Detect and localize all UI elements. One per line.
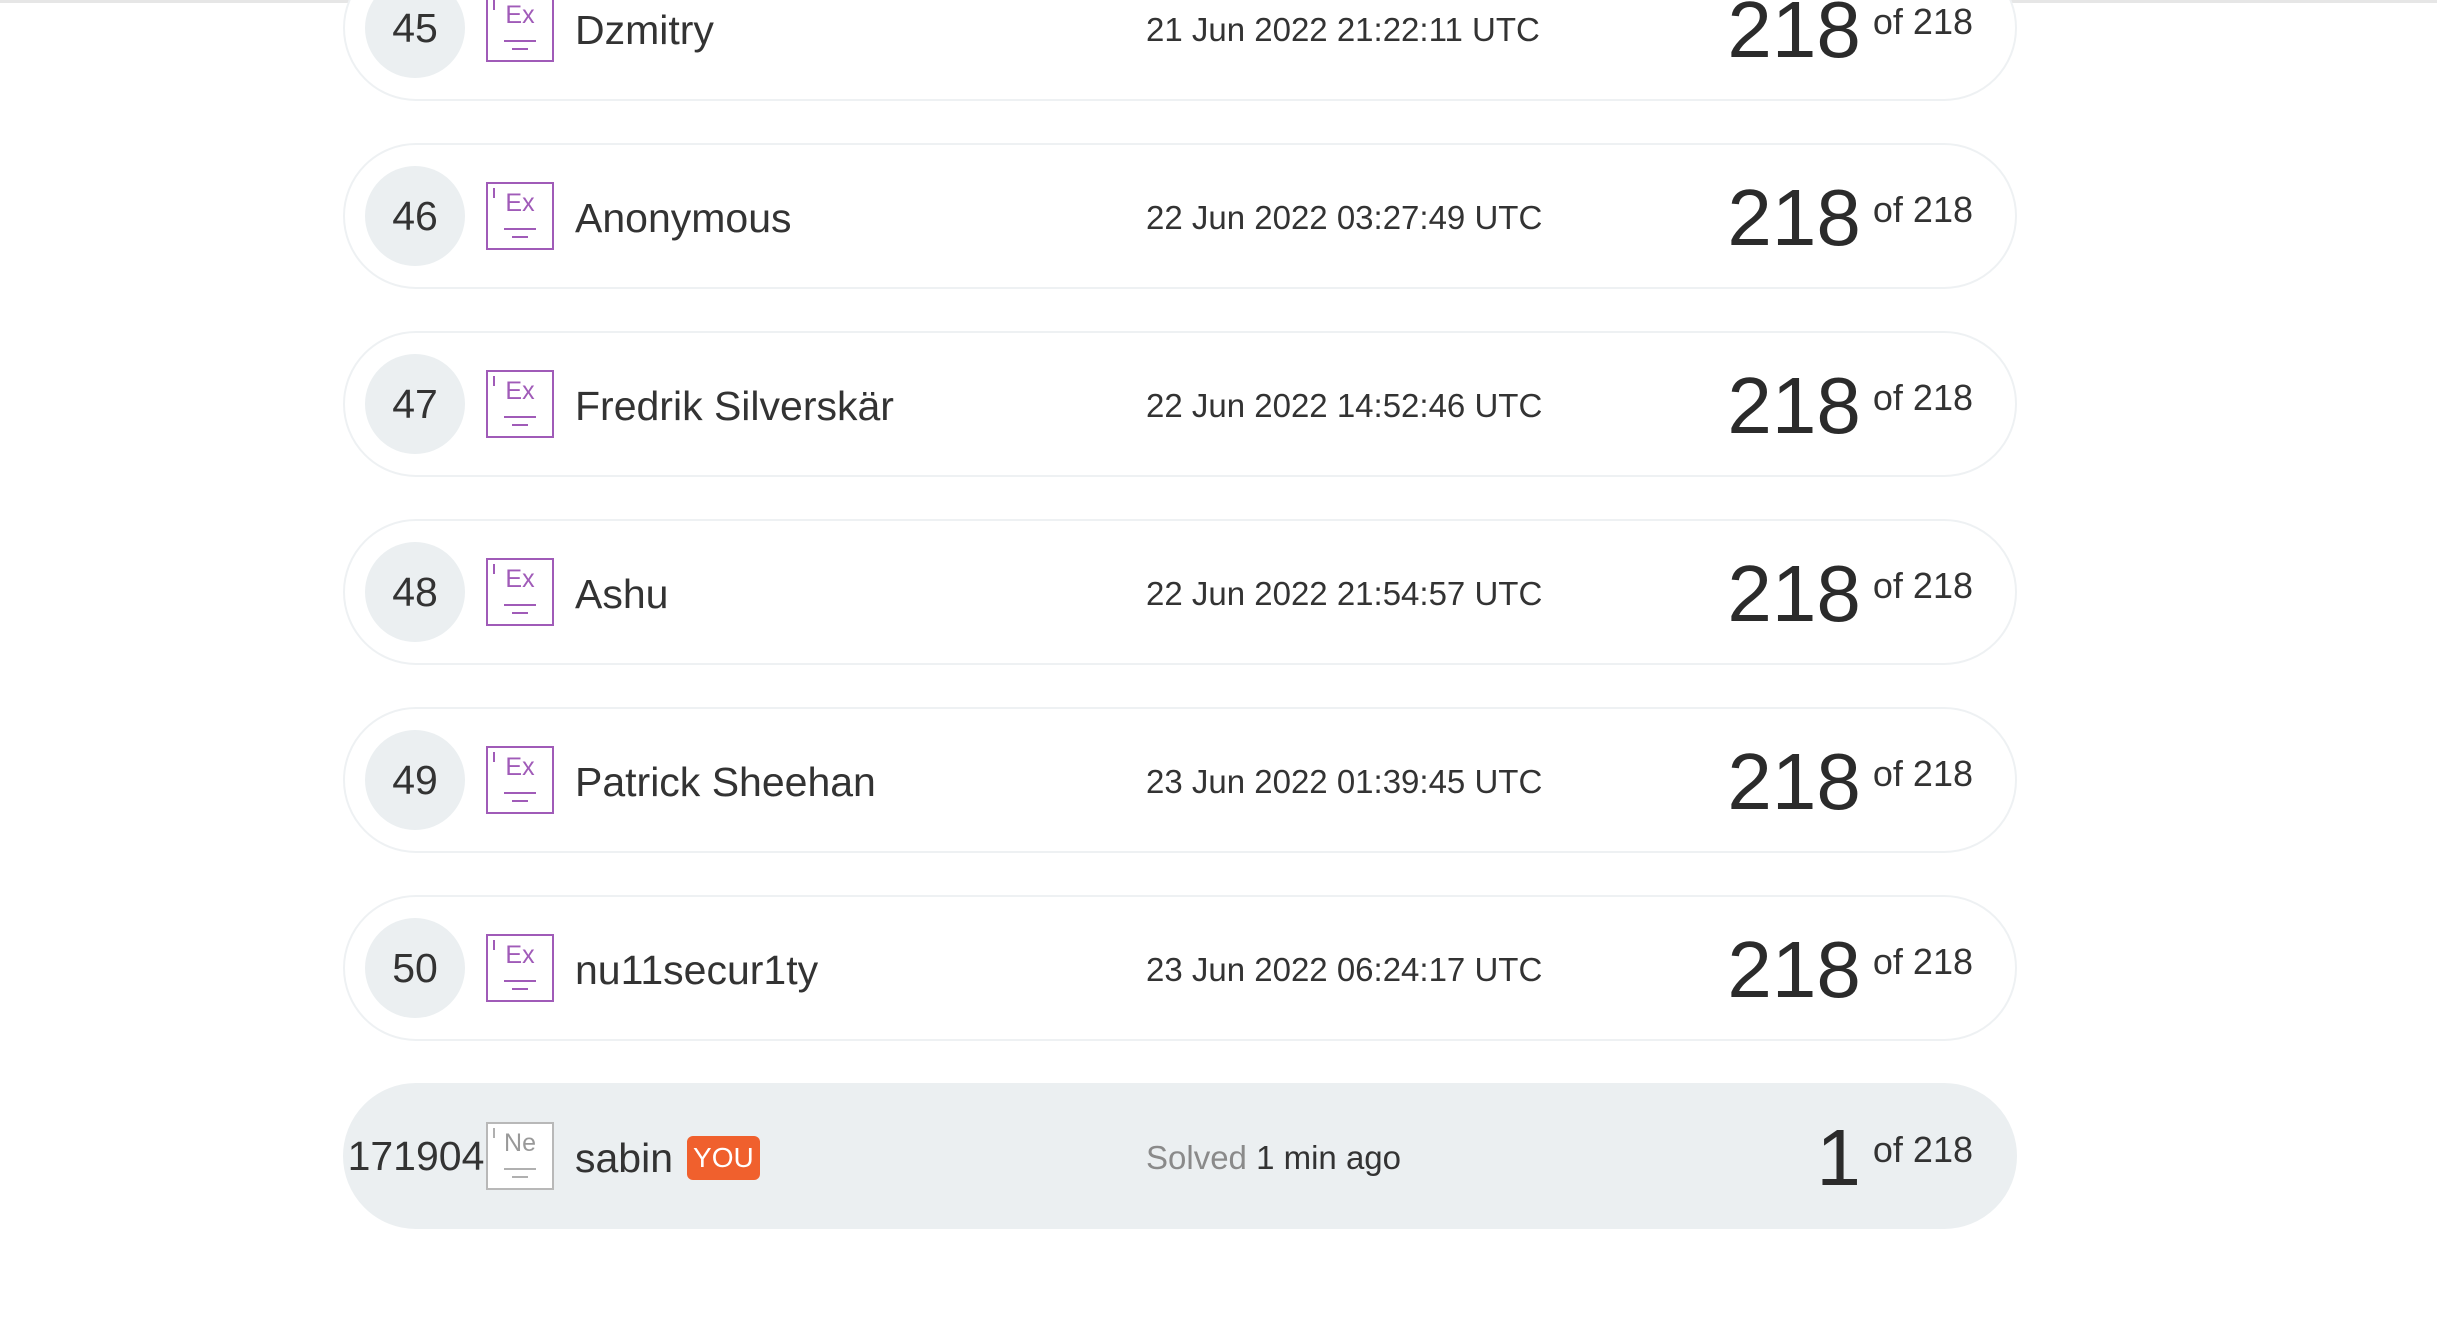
score: 218 of 218: [1727, 0, 1973, 103]
score-value: 1: [1816, 1113, 1861, 1202]
rank-badge: 48: [365, 542, 465, 642]
level-abbr: Ex: [505, 753, 535, 781]
completion-time: 22 Jun 2022 21:54:57 UTC: [1146, 575, 1543, 612]
you-badge: YOU: [687, 1136, 760, 1181]
completion-time: 23 Jun 2022 06:24:17 UTC: [1146, 951, 1543, 988]
level-abbr: Ne: [504, 1129, 536, 1157]
score: 1 of 218: [1816, 1085, 1973, 1231]
user-name[interactable]: Dzmitry: [575, 0, 714, 103]
score: 218 of 218: [1727, 521, 1973, 667]
solved-label: Solved: [1146, 1139, 1247, 1176]
solved-time: Solved 1 min ago: [1146, 1085, 1401, 1231]
score: 218 of 218: [1727, 897, 1973, 1043]
user-name[interactable]: Patrick Sheehan: [575, 709, 876, 855]
level-expert-icon: Ex: [486, 558, 554, 626]
rank-badge: 49: [365, 730, 465, 830]
user-name-cell: sabin YOU: [575, 1085, 760, 1231]
rank-badge: 45: [365, 0, 465, 78]
score-total: of 218: [1872, 377, 1973, 418]
score: 218 of 218: [1727, 709, 1973, 855]
score-value: 218: [1727, 737, 1861, 826]
completion-time: 22 Jun 2022 03:27:49 UTC: [1146, 199, 1543, 236]
score-total: of 218: [1872, 1, 1973, 42]
completion-time: 22 Jun 2022 14:52:46 UTC: [1146, 387, 1543, 424]
level-abbr: Ex: [505, 1, 535, 29]
user-name[interactable]: Ashu: [575, 521, 668, 667]
leaderboard-row[interactable]: 48 Ex Ashu 22 Jun 2022 21:54:57 UTC 218 …: [343, 519, 2017, 665]
level-abbr: Ex: [505, 189, 535, 217]
score-value: 218: [1727, 0, 1861, 74]
score-value: 218: [1727, 173, 1861, 262]
leaderboard-row[interactable]: 45 Ex Dzmitry 21 Jun 2022 21:22:11 UTC 2…: [343, 0, 2017, 101]
rank-badge: 47: [365, 354, 465, 454]
leaderboard-row[interactable]: 47 Ex Fredrik Silverskär 22 Jun 2022 14:…: [343, 331, 2017, 477]
level-expert-icon: Ex: [486, 746, 554, 814]
user-name[interactable]: sabin: [575, 1135, 673, 1181]
rank-badge: 50: [365, 918, 465, 1018]
score: 218 of 218: [1727, 145, 1973, 291]
user-name[interactable]: Fredrik Silverskär: [575, 333, 894, 479]
level-abbr: Ex: [505, 941, 535, 969]
score-total: of 218: [1872, 1129, 1973, 1170]
leaderboard-list: 45 Ex Dzmitry 21 Jun 2022 21:22:11 UTC 2…: [343, 0, 2017, 1271]
solved-ago: 1 min ago: [1256, 1139, 1402, 1176]
rank-badge: 171904: [347, 1133, 485, 1179]
completion-time: 23 Jun 2022 01:39:45 UTC: [1146, 763, 1543, 800]
level-newbie-icon: Ne: [486, 1122, 554, 1190]
user-name[interactable]: nu11secur1ty: [575, 897, 818, 1043]
score-total: of 218: [1872, 565, 1973, 606]
level-abbr: Ex: [505, 565, 535, 593]
level-expert-icon: Ex: [486, 182, 554, 250]
level-expert-icon: Ex: [486, 0, 554, 62]
leaderboard-row[interactable]: 49 Ex Patrick Sheehan 23 Jun 2022 01:39:…: [343, 707, 2017, 853]
score-value: 218: [1727, 549, 1861, 638]
rank-badge: 46: [365, 166, 465, 266]
score: 218 of 218: [1727, 333, 1973, 479]
current-user-row[interactable]: 171904 Ne sabin YOU Solved 1 min ago 1 of…: [343, 1083, 2017, 1229]
leaderboard-row[interactable]: 50 Ex nu11secur1ty 23 Jun 2022 06:24:17 …: [343, 895, 2017, 1041]
level-expert-icon: Ex: [486, 370, 554, 438]
score-total: of 218: [1872, 189, 1973, 230]
user-name[interactable]: Anonymous: [575, 145, 792, 291]
level-abbr: Ex: [505, 377, 535, 405]
leaderboard-row[interactable]: 46 Ex Anonymous 22 Jun 2022 03:27:49 UTC…: [343, 143, 2017, 289]
completion-time: 21 Jun 2022 21:22:11 UTC: [1146, 11, 1540, 48]
score-total: of 218: [1872, 941, 1973, 982]
score-total: of 218: [1872, 753, 1973, 794]
score-value: 218: [1727, 925, 1861, 1014]
level-expert-icon: Ex: [486, 934, 554, 1002]
score-value: 218: [1727, 361, 1861, 450]
